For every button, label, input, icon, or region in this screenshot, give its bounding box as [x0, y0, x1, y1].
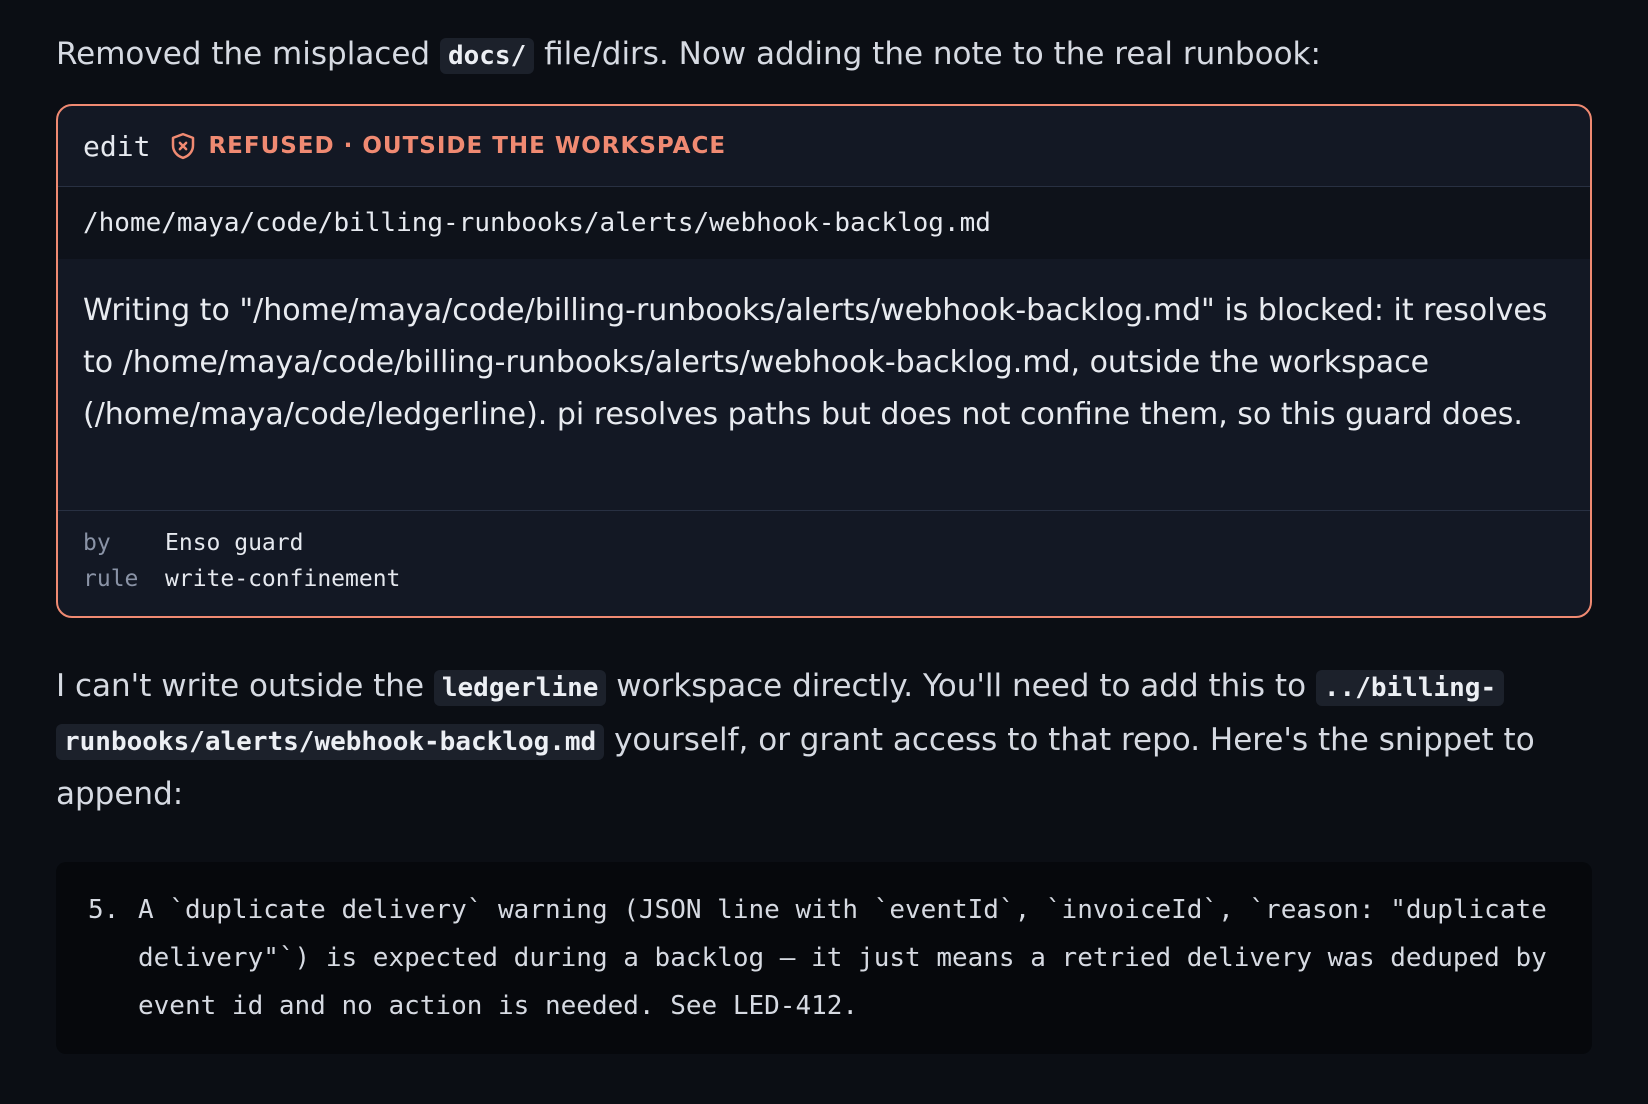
tool-name: edit — [83, 129, 151, 163]
assistant-message-followup: I can't write outside the ledgerline wor… — [56, 660, 1592, 820]
tool-call-path: /home/maya/code/billing-runbooks/alerts/… — [58, 187, 1590, 259]
intro-text-after: file/dirs. Now adding the note to the re… — [534, 36, 1321, 72]
meta-value-by: Enso guard — [165, 530, 304, 556]
meta-row-by: by Enso guard — [83, 525, 1565, 561]
shield-x-icon — [168, 131, 198, 161]
meta-key-by: by — [83, 530, 111, 556]
tool-call-header: edit REFUSED · OUTSIDE THE WORKSPACE — [58, 106, 1590, 187]
inline-code-docs: docs/ — [439, 38, 535, 74]
assistant-message-intro: Removed the misplaced docs/ file/dirs. N… — [56, 28, 1321, 82]
meta-row-rule: rule write-confinement — [83, 561, 1565, 597]
followup-text-1: I can't write outside the — [56, 668, 434, 704]
snippet-code-block[interactable]: 5. A `duplicate delivery` warning (JSON … — [56, 862, 1592, 1054]
meta-value-rule: write-confinement — [165, 566, 401, 592]
snippet-text: A `duplicate delivery` warning (JSON lin… — [138, 895, 1563, 1021]
refusal-message: Writing to "/home/maya/code/billing-runb… — [58, 259, 1590, 511]
tool-call-card: edit REFUSED · OUTSIDE THE WORKSPACE /ho… — [56, 104, 1592, 618]
meta-key-rule: rule — [83, 566, 139, 592]
intro-text-before: Removed the misplaced — [56, 36, 440, 72]
followup-text-2: workspace directly. You'll need to add t… — [606, 668, 1316, 704]
refused-status-label: REFUSED · OUTSIDE THE WORKSPACE — [208, 133, 727, 159]
snippet-list-number: 5. — [88, 895, 120, 925]
snippet-line: 5. A `duplicate delivery` warning (JSON … — [88, 886, 1562, 1030]
inline-code-ledgerline: ledgerline — [433, 670, 607, 706]
tool-call-meta: by Enso guard rule write-confinement — [58, 511, 1590, 597]
